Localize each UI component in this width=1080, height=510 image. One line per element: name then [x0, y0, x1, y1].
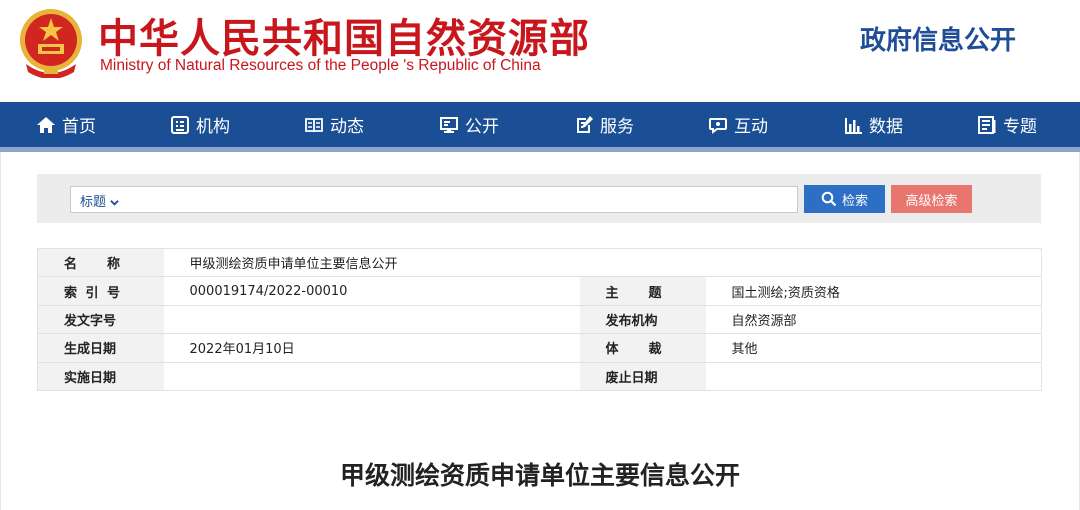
expiry-date-label: 废止日期 — [579, 362, 706, 391]
chat-icon — [709, 117, 727, 134]
index-label: 索引号 — [37, 276, 164, 306]
search-field-label: 标题 — [80, 195, 107, 210]
document-title: 甲级测绘资质申请单位主要信息公开 — [339, 461, 740, 490]
nav-item-label: 首页 — [62, 117, 96, 137]
site-header: 中华人民共和国自然资源部 Ministry of Natural Resourc… — [0, 0, 1080, 102]
nav-item-interact[interactable]: 互动 — [708, 102, 768, 147]
site-title-en[interactable]: Ministry of Natural Resources of the Peo… — [100, 57, 541, 75]
news-icon — [305, 117, 323, 132]
table-row: 发文字号 发布机构 自然资源部 — [37, 305, 1042, 335]
main-nav: 首页 机构 动态 公开 服务 互动 数据 专题 — [0, 102, 1080, 147]
nav-item-data[interactable]: 数据 — [843, 102, 903, 147]
nav-item-topic[interactable]: 专题 — [977, 102, 1037, 147]
search-field-select[interactable]: 标题 — [80, 191, 119, 210]
table-row: 实施日期 废止日期 — [37, 362, 1042, 391]
nav-item-label: 数据 — [869, 117, 903, 137]
table-row: 名称 甲级测绘资质申请单位主要信息公开 — [37, 248, 1042, 278]
nav-item-news[interactable]: 动态 — [304, 102, 364, 147]
search-input[interactable] — [70, 186, 798, 213]
home-icon — [37, 116, 55, 133]
index-value: 000019174/2022-00010 — [163, 276, 580, 306]
nav-item-service[interactable]: 服务 — [574, 102, 634, 147]
nav-item-label: 动态 — [330, 117, 364, 137]
national-emblem-icon[interactable] — [16, 6, 86, 78]
search-icon — [821, 191, 837, 207]
effective-date-label: 实施日期 — [37, 362, 164, 391]
nav-item-label: 互动 — [734, 117, 768, 137]
genre-value: 其他 — [705, 333, 1042, 363]
subject-value: 国土测绘;资质资格 — [705, 276, 1042, 306]
name-label: 名称 — [37, 248, 164, 278]
chevron-down-icon — [110, 200, 119, 206]
gov-info-title[interactable]: 政府信息公开 — [860, 20, 1016, 57]
table-row: 索引号 000019174/2022-00010 主题 国土测绘;资质资格 — [37, 276, 1042, 306]
metadata-table: 名称 甲级测绘资质申请单位主要信息公开 索引号 000019174/2022-0… — [37, 248, 1042, 391]
effective-date-value — [163, 362, 580, 391]
org-icon — [171, 115, 189, 134]
search-button[interactable]: 检索 — [804, 185, 885, 213]
topic-icon — [978, 115, 996, 134]
nav-item-org[interactable]: 机构 — [170, 102, 230, 147]
nav-item-label: 机构 — [196, 117, 230, 137]
advanced-search-label: 高级检索 — [905, 193, 958, 209]
edit-icon — [577, 115, 593, 133]
subject-label: 主题 — [579, 276, 706, 306]
doc-number-label: 发文字号 — [37, 305, 164, 335]
monitor-icon — [440, 116, 458, 133]
nav-item-home[interactable]: 首页 — [36, 102, 96, 147]
advanced-search-button[interactable]: 高级检索 — [891, 185, 972, 213]
nav-item-public[interactable]: 公开 — [439, 102, 499, 147]
site-title-cn[interactable]: 中华人民共和国自然资源部 — [98, 6, 590, 64]
nav-item-label: 专题 — [1003, 117, 1037, 137]
date-value: 2022年01月10日 — [163, 333, 580, 363]
name-value: 甲级测绘资质申请单位主要信息公开 — [163, 248, 1042, 278]
doc-number-value — [163, 305, 580, 335]
table-row: 生成日期 2022年01月10日 体裁 其他 — [37, 333, 1042, 363]
publisher-label: 发布机构 — [579, 305, 706, 335]
publisher-value: 自然资源部 — [705, 305, 1042, 335]
expiry-date-value — [705, 362, 1042, 391]
search-button-label: 检索 — [841, 193, 868, 209]
date-label: 生成日期 — [37, 333, 164, 363]
nav-item-label: 公开 — [465, 117, 499, 137]
genre-label: 体裁 — [579, 333, 706, 363]
nav-item-label: 服务 — [600, 117, 634, 137]
bar-chart-icon — [845, 117, 862, 134]
